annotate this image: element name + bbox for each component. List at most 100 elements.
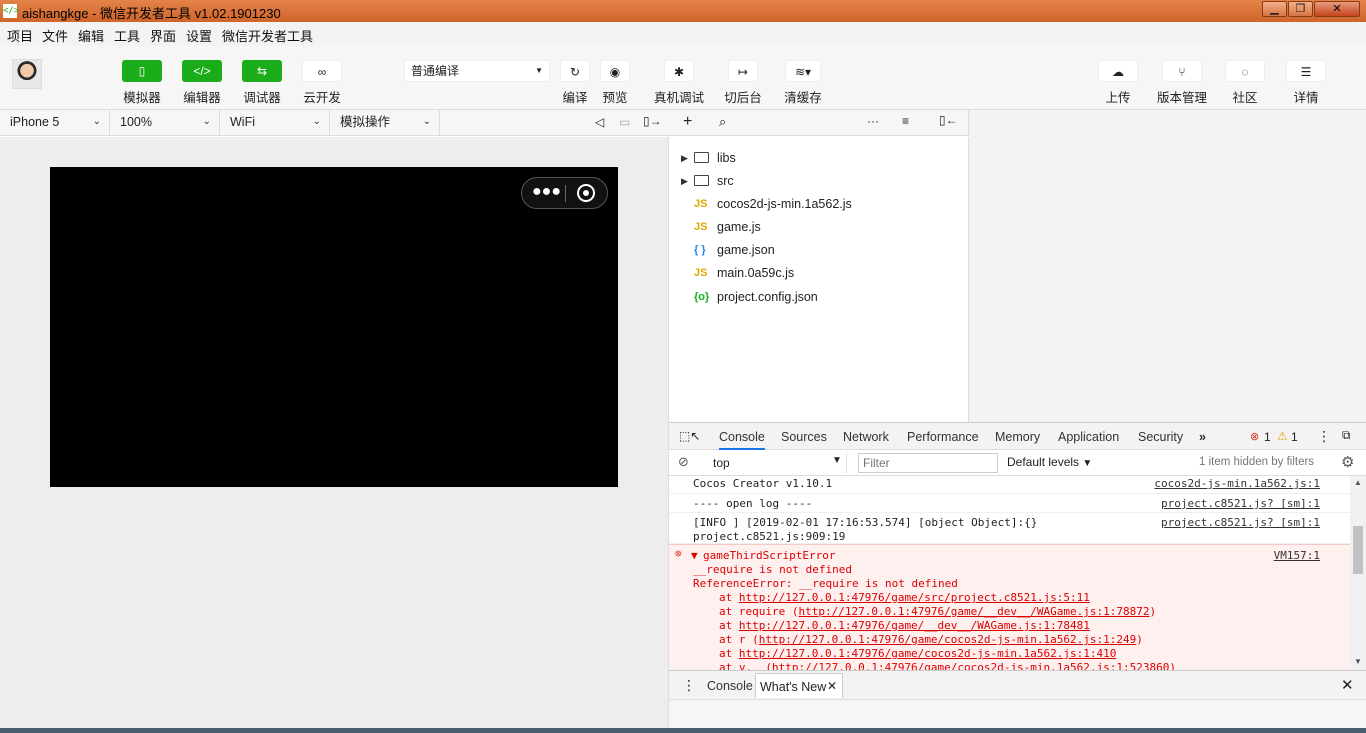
log-source-link[interactable]: project.c8521.js? [sm]:1 xyxy=(1161,497,1320,510)
file-item-main[interactable]: JS main.0a59c.js xyxy=(669,262,969,284)
console-scrollbar[interactable]: ▲ ▼ xyxy=(1350,476,1366,670)
preview-button[interactable]: ◉ 预览 xyxy=(585,60,645,106)
stack-link[interactable]: http://127.0.0.1:47976/game/__dev__/WAGa… xyxy=(798,605,1149,618)
stack-link[interactable]: http://127.0.0.1:47976/game/cocos2d-js-m… xyxy=(759,633,1137,646)
warning-count[interactable]: 1 xyxy=(1291,430,1298,444)
cloud-button[interactable]: ∞ 云开发 xyxy=(292,60,352,106)
chevron-down-icon: ⌄ xyxy=(422,116,431,127)
compile-mode-select[interactable]: 普通编译 ▼ xyxy=(404,60,550,82)
scrollbar-thumb[interactable] xyxy=(1353,526,1363,574)
preview-label: 预览 xyxy=(602,91,628,105)
menu-edit[interactable]: 编辑 xyxy=(78,26,104,45)
community-button[interactable]: ◌ 社区 xyxy=(1215,60,1275,106)
file-item-src[interactable]: ▶ src xyxy=(669,170,969,192)
avatar[interactable] xyxy=(12,59,42,89)
close-tab-icon[interactable]: ✕ xyxy=(827,679,837,693)
inspect-icon[interactable]: ⬚↖ xyxy=(679,429,700,443)
operation-select[interactable]: 模拟操作 ⌄ xyxy=(330,110,440,135)
drawer-tab-whats-new[interactable]: What's New ✕ xyxy=(755,673,843,698)
panel-toggle-icon[interactable]: ▯← xyxy=(939,113,958,127)
collapse-icon[interactable]: ≡ xyxy=(902,114,909,128)
menu-tools[interactable]: 工具 xyxy=(114,26,140,45)
stack-link[interactable]: http://127.0.0.1:47976/game/src/project.… xyxy=(739,591,1090,604)
file-item-cocos[interactable]: JS cocos2d-js-min.1a562.js xyxy=(669,193,969,215)
editor-button[interactable]: </> 编辑器 xyxy=(172,60,232,106)
details-button[interactable]: ☰ 详情 xyxy=(1276,60,1336,106)
drawer-tab-label: What's New xyxy=(760,680,827,694)
stack-link[interactable]: http://127.0.0.1:47976/game/cocos2d-js-m… xyxy=(739,647,1117,660)
tab-security[interactable]: Security xyxy=(1138,430,1183,444)
file-item-game-js[interactable]: JS game.js xyxy=(669,216,969,238)
remote-debug-button[interactable]: ✱ 真机调试 xyxy=(649,60,709,106)
gear-icon[interactable]: ⚙ xyxy=(1341,453,1354,471)
console-filter-input[interactable] xyxy=(858,453,998,473)
tab-network[interactable]: Network xyxy=(843,430,889,444)
zoom-select[interactable]: 100% ⌄ xyxy=(110,110,220,135)
scroll-down-icon[interactable]: ▼ xyxy=(1354,657,1362,666)
device-select[interactable]: iPhone 5 ⌄ xyxy=(0,110,110,135)
stack-link[interactable]: http://127.0.0.1:47976/game/cocos2d-js-m… xyxy=(772,661,1169,670)
more-tabs-button[interactable]: » xyxy=(1199,430,1206,444)
clear-cache-label: 清缓存 xyxy=(784,91,822,105)
more-icon[interactable]: ··· xyxy=(867,114,879,128)
close-drawer-icon[interactable]: ✕ xyxy=(1341,676,1354,694)
clear-console-icon[interactable]: ⊘ xyxy=(678,454,689,470)
levels-select[interactable]: Default levels ▼ xyxy=(1007,455,1092,469)
menu-devtools[interactable]: 微信开发者工具 xyxy=(222,26,313,45)
capsule-menu[interactable]: ●●● xyxy=(521,177,608,209)
simulator-button[interactable]: ▯ 模拟器 xyxy=(112,60,172,106)
error-count[interactable]: 1 xyxy=(1264,430,1271,444)
caret-down-icon: ▼ xyxy=(1082,458,1093,469)
drawer-tab-console[interactable]: Console xyxy=(707,679,753,693)
upload-button[interactable]: ☁ 上传 xyxy=(1088,60,1148,106)
log-source-link[interactable]: project.c8521.js? [sm]:1 xyxy=(1161,516,1320,529)
undock-icon[interactable]: ⧉ xyxy=(1342,428,1351,443)
volume-icon[interactable]: ◁ xyxy=(595,115,604,129)
menu-view[interactable]: 界面 xyxy=(150,26,176,45)
add-icon[interactable]: + xyxy=(683,113,692,131)
debugger-button[interactable]: ⇆ 调试器 xyxy=(232,60,292,106)
menu-settings[interactable]: 设置 xyxy=(186,26,212,45)
stack-prefix: at r ( xyxy=(719,633,759,646)
background-button[interactable]: ↦ 切后台 xyxy=(713,60,773,106)
error-entry: ⊗ ▼ gameThirdScriptError VM157:1 __requi… xyxy=(669,544,1350,670)
stack-prefix: at require ( xyxy=(719,605,799,618)
file-item-game-json[interactable]: { } game.json xyxy=(669,239,969,261)
tab-sources[interactable]: Sources xyxy=(781,430,827,444)
file-item-libs[interactable]: ▶ libs xyxy=(669,147,969,169)
more-dots-icon[interactable]: ●●● xyxy=(532,183,561,201)
close-target-icon[interactable] xyxy=(577,184,595,202)
error-title[interactable]: gameThirdScriptError xyxy=(703,549,835,562)
remote-debug-label: 真机调试 xyxy=(653,91,704,105)
game-screen[interactable]: ●●● xyxy=(50,167,618,487)
minimize-button[interactable]: ▁ xyxy=(1262,1,1287,17)
expand-arrow-icon[interactable]: ▼ xyxy=(691,549,698,562)
stack-link[interactable]: http://127.0.0.1:47976/game/__dev__/WAGa… xyxy=(739,619,1090,632)
file-item-project-config[interactable]: {o} project.config.json xyxy=(669,286,969,308)
tab-application[interactable]: Application xyxy=(1058,430,1119,444)
scroll-up-icon[interactable]: ▲ xyxy=(1354,478,1362,487)
error-icon: ⊗ xyxy=(675,547,682,560)
menu-project[interactable]: 项目 xyxy=(7,26,33,45)
maximize-button[interactable]: ❐ xyxy=(1288,1,1313,17)
stack-prefix: at xyxy=(719,591,739,604)
close-button[interactable]: ✕ xyxy=(1314,1,1360,17)
version-button[interactable]: ⑂ 版本管理 xyxy=(1152,60,1212,106)
rotate-icon[interactable]: ▭ xyxy=(619,115,630,129)
search-icon[interactable]: ⌕ xyxy=(719,114,726,130)
editor-area[interactable] xyxy=(969,110,1366,422)
tab-performance[interactable]: Performance xyxy=(907,430,979,444)
detach-icon[interactable]: ▯→ xyxy=(643,114,662,128)
menu-file[interactable]: 文件 xyxy=(42,26,68,45)
kebab-menu-icon[interactable]: ⋮ xyxy=(1317,428,1331,445)
network-select[interactable]: WiFi ⌄ xyxy=(220,110,330,135)
tab-memory[interactable]: Memory xyxy=(995,430,1040,444)
error-source-link[interactable]: VM157:1 xyxy=(1274,549,1320,562)
tab-console[interactable]: Console xyxy=(719,430,765,450)
context-select[interactable]: top ▼ xyxy=(707,453,847,473)
log-source-link[interactable]: cocos2d-js-min.1a562.js:1 xyxy=(1154,477,1320,490)
error-reference: ReferenceError: __require is not defined xyxy=(693,577,958,590)
branch-icon: ⑂ xyxy=(1162,60,1202,82)
clear-cache-button[interactable]: ≋▾ 清缓存 xyxy=(773,60,833,106)
drawer-menu-icon[interactable]: ⋮ xyxy=(682,677,696,694)
